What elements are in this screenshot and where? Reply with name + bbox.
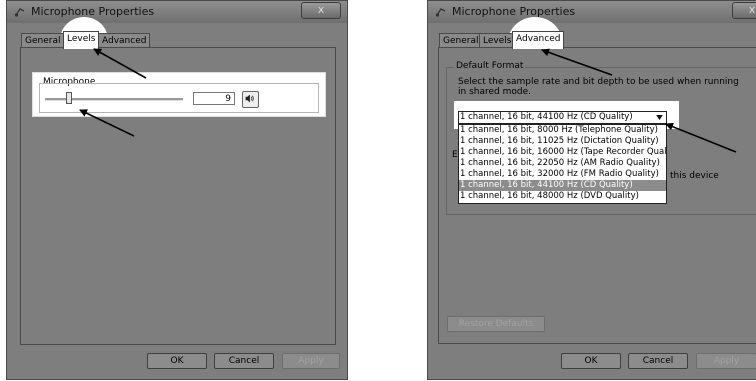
options-container: 1 channel, 16 bit, 8000 Hz (Telephone Qu… — [459, 125, 666, 202]
tab-general[interactable]: General — [439, 33, 483, 48]
microphone-properties-window-advanced: Microphone Properties x General Levels A… — [427, 0, 756, 380]
level-slider-thumb[interactable] — [65, 92, 72, 104]
close-button[interactable]: x — [732, 2, 756, 19]
title-bar: Microphone Properties x — [7, 1, 347, 23]
tab-general[interactable]: General — [21, 33, 65, 48]
format-option[interactable]: 1 channel, 16 bit, 32000 Hz (FM Radio Qu… — [459, 169, 666, 180]
cancel-button[interactable]: Cancel — [628, 353, 688, 369]
chevron-down-icon — [656, 115, 663, 120]
level-control-highlight: Microphone 9 — [32, 72, 326, 117]
level-value-box[interactable]: 9 — [193, 92, 235, 105]
apply-button[interactable]: Apply — [282, 353, 340, 369]
format-options-list: 1 channel, 16 bit, 8000 Hz (Telephone Qu… — [458, 124, 667, 204]
exclusive-mode-label-initial: E — [452, 150, 458, 160]
format-description: Select the sample rate and bit depth to … — [458, 77, 739, 97]
tab-advanced[interactable]: Advanced — [512, 31, 565, 49]
tab-advanced[interactable]: Advanced — [98, 33, 151, 48]
format-select-value: 1 channel, 16 bit, 44100 Hz (CD Quality) — [460, 112, 633, 122]
group-label-default-format: Default Format — [454, 61, 526, 71]
format-option[interactable]: 1 channel, 16 bit, 22050 Hz (AM Radio Qu… — [459, 158, 666, 169]
format-select[interactable]: 1 channel, 16 bit, 44100 Hz (CD Quality) — [458, 111, 667, 124]
ok-button[interactable]: OK — [561, 353, 621, 369]
restore-defaults-button[interactable]: Restore Defaults — [447, 316, 545, 332]
mute-button[interactable] — [242, 91, 259, 108]
window-title: Microphone Properties — [31, 5, 155, 18]
tab-levels[interactable]: Levels — [479, 33, 516, 48]
format-option[interactable]: 1 channel, 16 bit, 11025 Hz (Dictation Q… — [459, 136, 666, 147]
format-option[interactable]: 1 channel, 16 bit, 8000 Hz (Telephone Qu… — [459, 125, 666, 136]
exclusive-mode-text: this device — [670, 171, 719, 181]
cancel-button[interactable]: Cancel — [214, 353, 274, 369]
format-option[interactable]: 1 channel, 16 bit, 16000 Hz (Tape Record… — [459, 147, 666, 158]
window-title: Microphone Properties — [452, 5, 576, 18]
microphone-icon — [14, 8, 25, 17]
microphone-properties-window-levels: Microphone Properties x General Levels A… — [6, 0, 348, 380]
close-button[interactable]: x — [301, 2, 341, 19]
format-option[interactable]: 1 channel, 16 bit, 48000 Hz (DVD Quality… — [459, 191, 666, 202]
speaker-icon — [245, 94, 254, 103]
format-option[interactable]: 1 channel, 16 bit, 44100 Hz (CD Quality) — [459, 180, 666, 191]
ok-button[interactable]: OK — [147, 353, 207, 369]
title-bar: Microphone Properties x — [428, 1, 756, 23]
tab-levels[interactable]: Levels — [63, 31, 100, 49]
apply-button[interactable]: Apply — [696, 353, 756, 369]
microphone-icon — [435, 8, 446, 17]
